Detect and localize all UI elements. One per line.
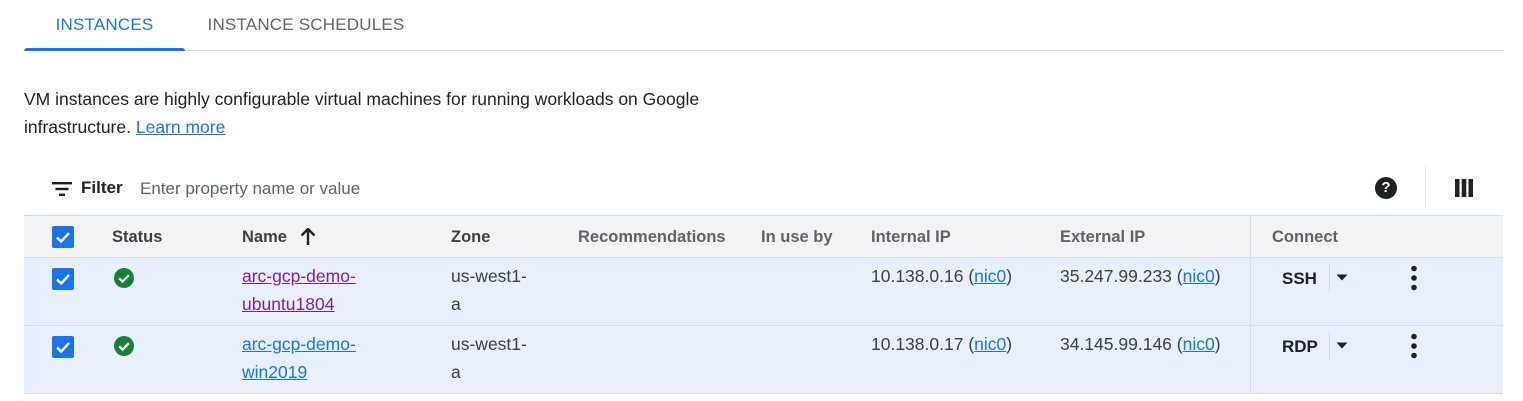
instance-name-line1: arc-gcp-demo- [242, 266, 356, 286]
ssh-button[interactable]: SSH [1282, 269, 1317, 289]
instance-name-link[interactable]: arc-gcp-demo- win2019 [242, 330, 392, 386]
instance-name-line2: win2019 [242, 362, 308, 382]
more-vert-icon[interactable] [1404, 333, 1424, 359]
arrow-drop-down-icon[interactable] [1336, 342, 1348, 350]
status-running-icon [114, 336, 134, 356]
arrow-drop-down-icon[interactable] [1336, 274, 1348, 282]
rdp-button[interactable]: RDP [1282, 337, 1318, 357]
tab-instance-schedules[interactable]: INSTANCE SCHEDULES [201, 0, 411, 50]
tab-bar: INSTANCES INSTANCE SCHEDULES [24, 0, 1503, 51]
external-ip: 34.145.99.146 [1060, 334, 1172, 354]
internal-ip: 10.138.0.17 [871, 334, 964, 354]
zone-line1: us-west1- [451, 266, 527, 286]
filter-bar: Filter ? [24, 164, 1503, 214]
instance-name-line2: ubuntu1804 [242, 294, 335, 314]
page-description: VM instances are highly configurable vir… [24, 85, 744, 141]
learn-more-link[interactable]: Learn more [136, 117, 226, 137]
column-display-icon[interactable] [1455, 179, 1473, 197]
instance-name-link[interactable]: arc-gcp-demo- ubuntu1804 [242, 262, 392, 318]
connect-split-divider [1329, 264, 1330, 292]
column-header-recommendations[interactable]: Recommendations [578, 228, 726, 247]
internal-ip: 10.138.0.16 [871, 266, 964, 286]
tab-instances-label: INSTANCES [55, 15, 154, 34]
connect-column-divider [1250, 326, 1251, 393]
zone-cell: us-west1- a [451, 262, 527, 318]
internal-nic-link[interactable]: nic0 [974, 266, 1006, 286]
internal-ip-cell: 10.138.0.16 (nic0) [871, 266, 1013, 286]
column-header-in-use-by[interactable]: In use by [761, 228, 833, 247]
tab-instance-schedules-label: INSTANCE SCHEDULES [207, 15, 405, 34]
external-nic-link[interactable]: nic0 [1183, 334, 1215, 354]
zone-line1: us-west1- [451, 334, 527, 354]
internal-nic-link[interactable]: nic0 [974, 334, 1006, 354]
external-nic-link[interactable]: nic0 [1183, 266, 1215, 286]
row-checkbox[interactable] [52, 336, 74, 358]
row-checkbox[interactable] [52, 268, 74, 290]
connect-column-divider [1250, 216, 1251, 257]
table-header: Status Name Zone Recommendations In use … [24, 215, 1503, 258]
instances-table: Status Name Zone Recommendations In use … [24, 215, 1503, 394]
external-ip-cell: 34.145.99.146 (nic0) [1060, 334, 1221, 354]
connect-split-divider [1329, 332, 1330, 360]
zone-cell: us-west1- a [451, 330, 527, 386]
column-header-external-ip[interactable]: External IP [1060, 228, 1145, 247]
column-header-zone[interactable]: Zone [451, 228, 490, 247]
active-tab-indicator [24, 48, 185, 51]
tab-instances[interactable]: INSTANCES [24, 0, 185, 51]
column-header-connect: Connect [1272, 228, 1338, 246]
select-all-checkbox[interactable] [52, 226, 74, 248]
filter-list-icon[interactable] [52, 181, 72, 197]
column-header-internal-ip[interactable]: Internal IP [871, 228, 951, 247]
column-header-status[interactable]: Status [112, 228, 162, 247]
arrow-upward-icon[interactable] [300, 228, 316, 246]
table-row[interactable]: arc-gcp-demo- ubuntu1804 us-west1- a 10.… [24, 258, 1503, 326]
column-header-name[interactable]: Name [242, 228, 287, 247]
filter-label[interactable]: Filter [81, 178, 123, 198]
external-ip: 35.247.99.233 [1060, 266, 1172, 286]
status-running-icon [114, 268, 134, 288]
instance-name-line1: arc-gcp-demo- [242, 334, 356, 354]
toolbar-divider [1425, 164, 1426, 208]
table-row[interactable]: arc-gcp-demo- win2019 us-west1- a 10.138… [24, 326, 1503, 394]
internal-ip-cell: 10.138.0.17 (nic0) [871, 334, 1013, 354]
filter-input[interactable] [138, 174, 742, 204]
connect-column-divider [1250, 258, 1251, 325]
more-vert-icon[interactable] [1404, 265, 1424, 291]
help-icon[interactable]: ? [1375, 177, 1397, 199]
zone-line2: a [451, 294, 461, 314]
external-ip-cell: 35.247.99.233 (nic0) [1060, 266, 1221, 286]
zone-line2: a [451, 362, 461, 382]
description-text: VM instances are highly configurable vir… [24, 89, 700, 137]
